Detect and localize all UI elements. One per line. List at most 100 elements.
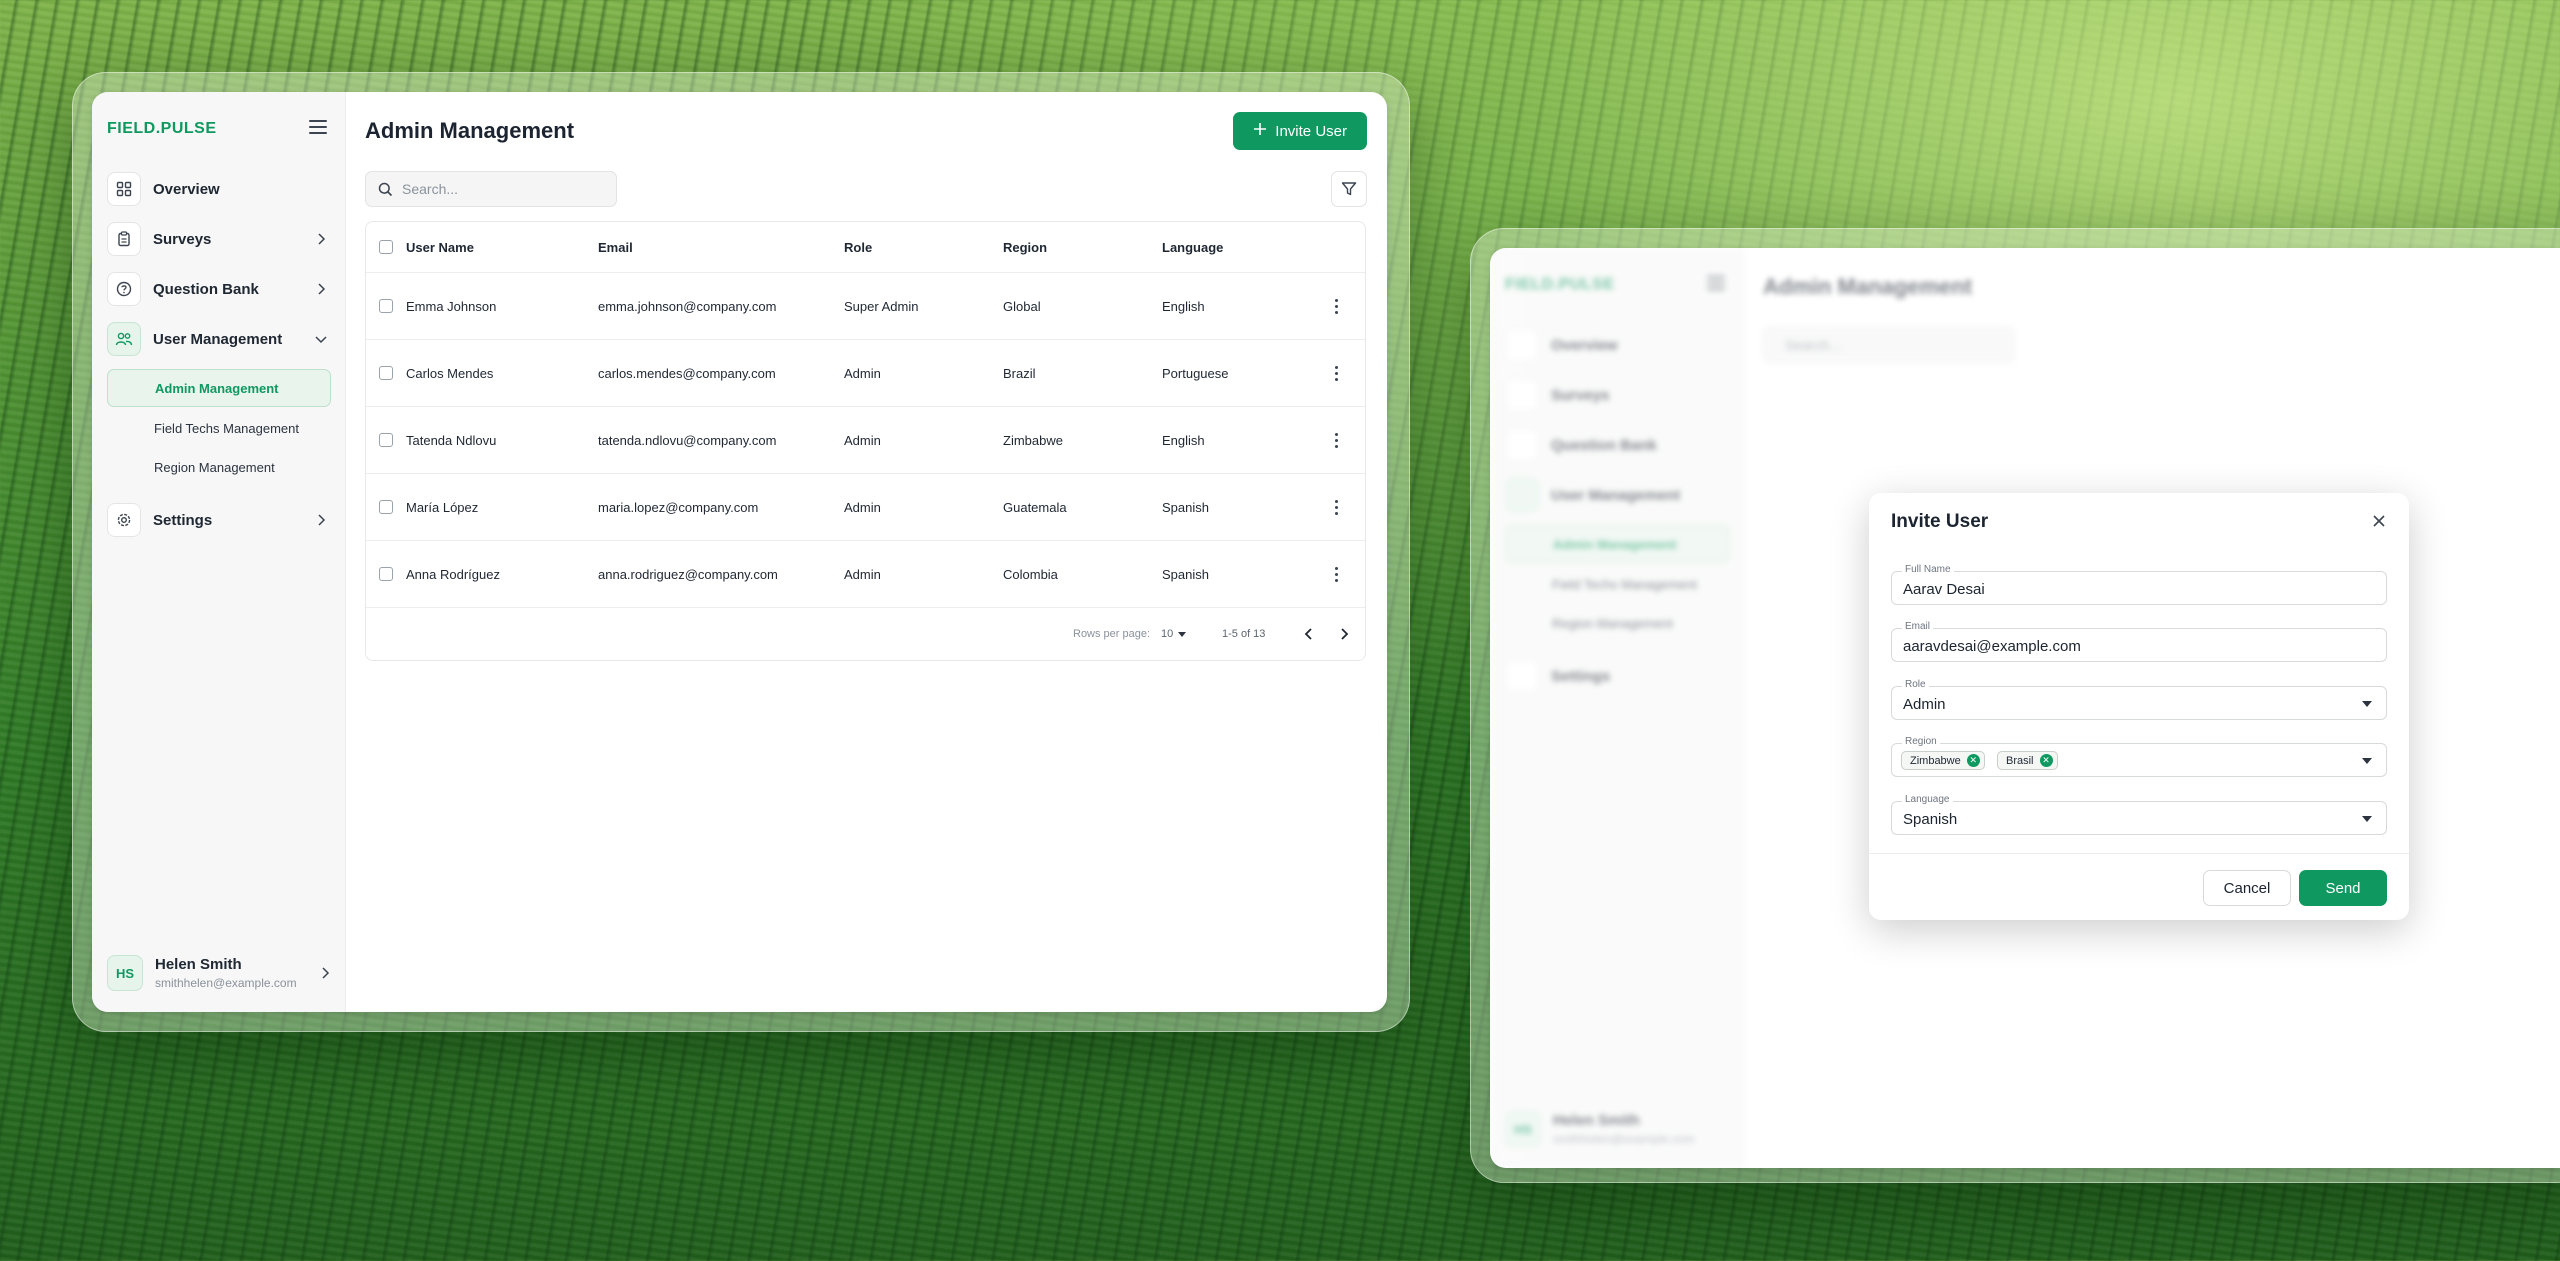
table-row[interactable]: Anna Rodríguez anna.rodriguez@company.com… — [366, 541, 1365, 608]
select-all-checkbox[interactable] — [379, 240, 393, 254]
table-row[interactable]: Emma Johnson emma.johnson@company.com Supe… — [366, 273, 1365, 340]
avatar: HS — [1505, 1111, 1541, 1147]
row-checkbox[interactable] — [379, 567, 393, 581]
search-placeholder: Search... — [402, 181, 459, 197]
dialog-divider — [1869, 853, 2409, 854]
nav-item-user-management[interactable]: User Management — [107, 319, 329, 359]
role-select[interactable]: Role Admin — [1891, 679, 2387, 720]
table-cell: Tatenda Ndlovu — [406, 432, 497, 448]
table-cell: carlos.mendes@company.com — [598, 365, 776, 381]
full-name-value: Aarav Desai — [1903, 581, 1985, 598]
region-chip-label: Brasil — [2006, 754, 2034, 767]
full-name-field[interactable]: Full Name Aarav Desai — [1891, 564, 2387, 605]
row-checkbox[interactable] — [379, 500, 393, 514]
invite-user-dialog: Invite User Full Name Aarav Desai Email … — [1869, 493, 2409, 920]
table-cell: Portuguese — [1162, 365, 1229, 381]
region-chip-label: Zimbabwe — [1910, 754, 1961, 767]
invite-user-label: Invite User — [1275, 122, 1347, 140]
remove-chip-icon[interactable]: ✕ — [1966, 754, 1980, 767]
subnav-item-region-management: Region Management — [1552, 615, 1673, 631]
cancel-button[interactable]: Cancel — [2203, 870, 2291, 906]
prev-page-button[interactable] — [1304, 608, 1314, 660]
row-checkbox[interactable] — [379, 366, 393, 380]
nav-item-overview[interactable]: Overview — [107, 169, 329, 209]
grid-icon — [107, 172, 141, 206]
search-input[interactable]: Search... — [365, 171, 617, 207]
search-input: Search... — [1763, 327, 2015, 363]
search-placeholder: Search... — [1785, 337, 1842, 353]
nav-item-question-bank: Question Bank — [1505, 425, 1727, 465]
table-cell: Brazil — [1003, 365, 1036, 381]
rows-per-page-value: 10 — [1161, 628, 1174, 640]
field-label: Full Name — [1902, 564, 1954, 576]
table-cell: Admin — [844, 566, 881, 582]
table-header-row: User Name Email Role Region Language — [366, 222, 1365, 273]
table-cell: Spanish — [1162, 566, 1209, 582]
chevron-left-icon — [1304, 628, 1312, 640]
clipboard-icon — [107, 222, 141, 256]
table-cell: Global — [1003, 298, 1041, 314]
invite-user-button[interactable]: Invite User — [1233, 112, 1367, 150]
nav-label: Overview — [153, 180, 220, 198]
table-cell: Admin — [844, 365, 881, 381]
row-checkbox[interactable] — [379, 433, 393, 447]
table-cell: Super Admin — [844, 298, 919, 314]
filter-button[interactable] — [1331, 171, 1367, 207]
row-actions-menu-icon[interactable] — [1328, 499, 1344, 515]
table-row[interactable]: Tatenda Ndlovu tatenda.ndlovu@company.com… — [366, 407, 1365, 474]
table-cell: Carlos Mendes — [406, 365, 494, 381]
user-profile-card[interactable]: HS Helen Smith smithhelen@example.com — [107, 950, 333, 996]
email-value: aaravdesai@example.com — [1903, 638, 2081, 655]
column-header: Region — [1003, 239, 1048, 255]
row-actions-menu-icon[interactable] — [1328, 432, 1344, 448]
nav-label: Surveys — [153, 230, 212, 248]
email-field[interactable]: Email aaravdesai@example.com — [1891, 621, 2387, 662]
caret-down-icon — [2362, 701, 2372, 707]
subnav-item-region-management[interactable]: Region Management — [107, 448, 331, 486]
nav-label: Overview — [1551, 336, 1618, 354]
rows-per-page-label: Rows per page: — [1073, 628, 1151, 640]
subnav-item-admin-management: Admin Management — [1505, 525, 1729, 563]
nav-item-question-bank[interactable]: Question Bank — [107, 269, 329, 309]
nav-item-overview: Overview — [1505, 325, 1727, 365]
subnav-item-admin-management[interactable]: Admin Management — [107, 369, 331, 407]
menu-icon — [1707, 276, 1725, 290]
gear-icon — [107, 503, 141, 537]
nav-item-surveys: Surveys — [1505, 375, 1727, 415]
table-cell: María López — [406, 499, 479, 515]
row-actions-menu-icon[interactable] — [1328, 566, 1344, 582]
nav-label: Settings — [1551, 667, 1611, 685]
field-label: Role — [1902, 679, 1929, 691]
chevron-right-icon — [313, 512, 329, 528]
user-profile-card: HS Helen Smith smithhelen@example.com — [1505, 1106, 1731, 1152]
nav-item-settings[interactable]: Settings — [107, 500, 329, 540]
subnav-item-field-techs-management: Field Techs Management — [1552, 576, 1698, 592]
send-button[interactable]: Send — [2299, 870, 2387, 906]
user-email: smithhelen@example.com — [1553, 1132, 1695, 1146]
table-row[interactable]: Carlos Mendes carlos.mendes@company.com Ad… — [366, 340, 1365, 407]
field-label: Language — [1902, 794, 1953, 806]
row-checkbox[interactable] — [379, 299, 393, 313]
nav-item-surveys[interactable]: Surveys — [107, 219, 329, 259]
region-multiselect[interactable]: Region Zimbabwe ✕ Brasil ✕ — [1891, 736, 2387, 777]
dialog-title: Invite User — [1891, 511, 1989, 532]
rows-per-page-select[interactable]: 10 — [1161, 608, 1187, 660]
table-cell: anna.rodriguez@company.com — [598, 566, 778, 582]
column-header: User Name — [406, 239, 474, 255]
menu-icon[interactable] — [309, 120, 327, 134]
close-icon[interactable] — [2371, 513, 2387, 529]
remove-chip-icon[interactable]: ✕ — [2039, 754, 2053, 767]
nav-label: Surveys — [1551, 386, 1610, 404]
row-actions-menu-icon[interactable] — [1328, 365, 1344, 381]
page-title: Admin Management — [1763, 274, 1973, 299]
subnav-item-field-techs-management[interactable]: Field Techs Management — [107, 409, 331, 447]
table-cell: English — [1162, 298, 1205, 314]
avatar: HS — [107, 955, 143, 991]
row-actions-menu-icon[interactable] — [1328, 298, 1344, 314]
admin-management-window: FIELD.PULSE Overview Surveys Question Ba… — [92, 92, 1387, 1012]
next-page-button[interactable] — [1339, 608, 1349, 660]
language-select[interactable]: Language Spanish — [1891, 794, 2387, 835]
table-cell: maria.lopez@company.com — [598, 499, 759, 515]
table-row[interactable]: María López maria.lopez@company.com Admin G… — [366, 474, 1365, 541]
region-chip: Brasil ✕ — [1997, 751, 2058, 770]
